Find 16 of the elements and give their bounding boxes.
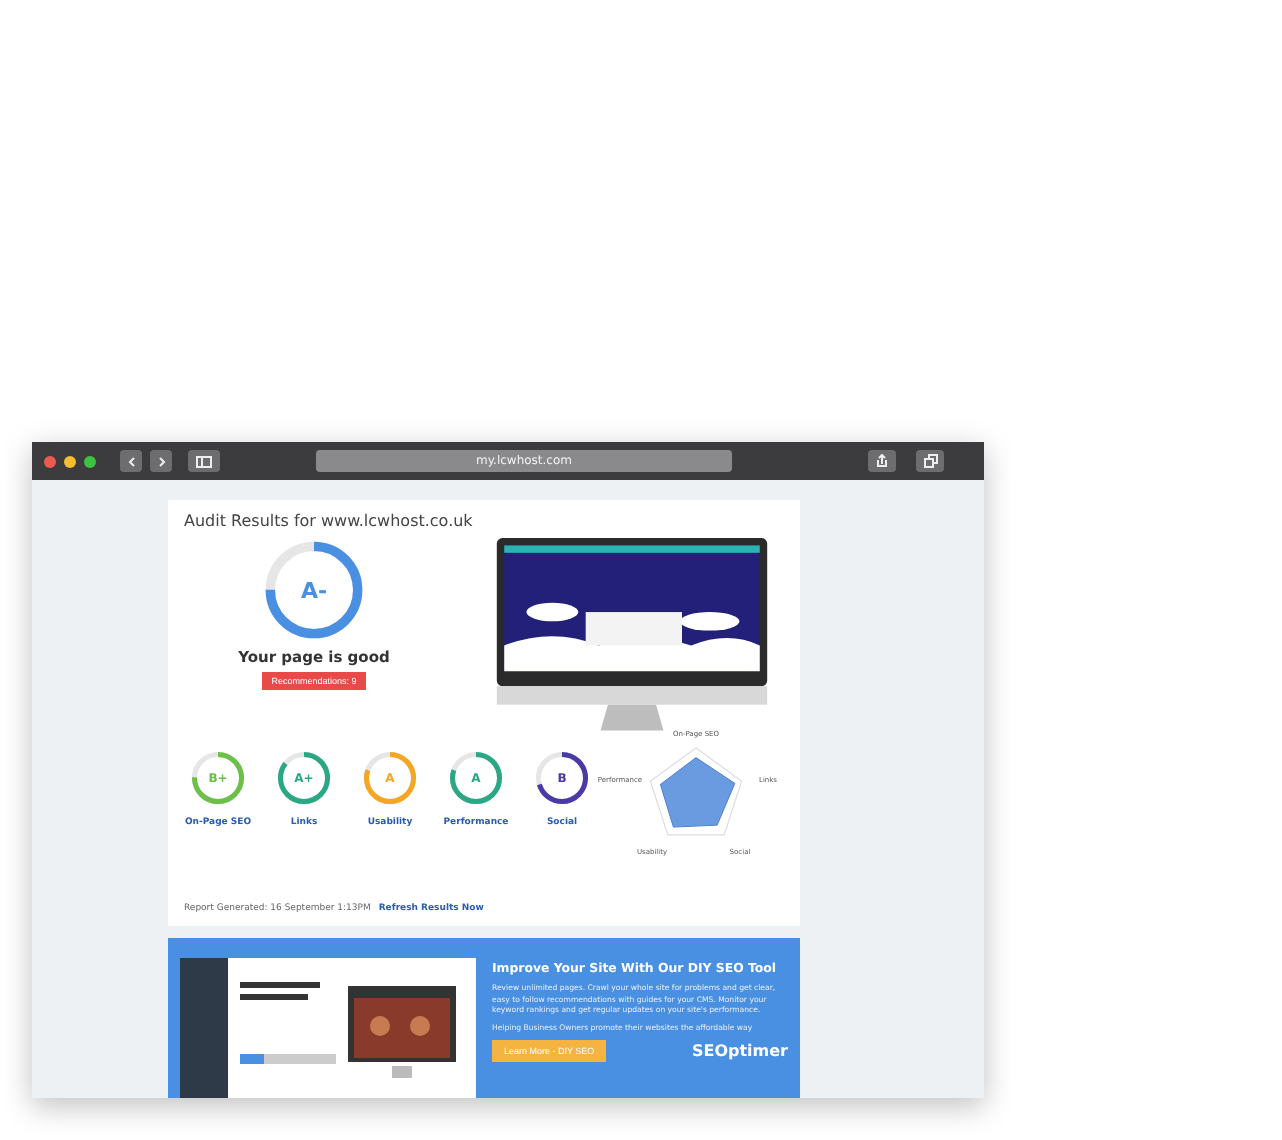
minimize-icon[interactable] bbox=[64, 455, 76, 467]
share-icon bbox=[876, 454, 888, 468]
back-button[interactable] bbox=[120, 450, 142, 472]
share-button[interactable] bbox=[868, 450, 896, 472]
chevron-left-icon bbox=[125, 455, 137, 467]
forward-button[interactable] bbox=[150, 450, 172, 472]
brand-logo: SEOptimer bbox=[691, 1041, 788, 1060]
audit-title: Audit Results for www.lcwhost.co.uk bbox=[184, 512, 475, 530]
maximize-icon[interactable] bbox=[84, 455, 96, 467]
close-icon[interactable] bbox=[44, 455, 56, 467]
tabs-icon bbox=[923, 454, 937, 468]
tabs-button[interactable] bbox=[916, 450, 944, 472]
sidebar-icon bbox=[196, 455, 212, 467]
sidebar-button[interactable] bbox=[188, 450, 220, 472]
chevron-right-icon bbox=[155, 455, 167, 467]
score-gauge: A- bbox=[262, 538, 366, 642]
